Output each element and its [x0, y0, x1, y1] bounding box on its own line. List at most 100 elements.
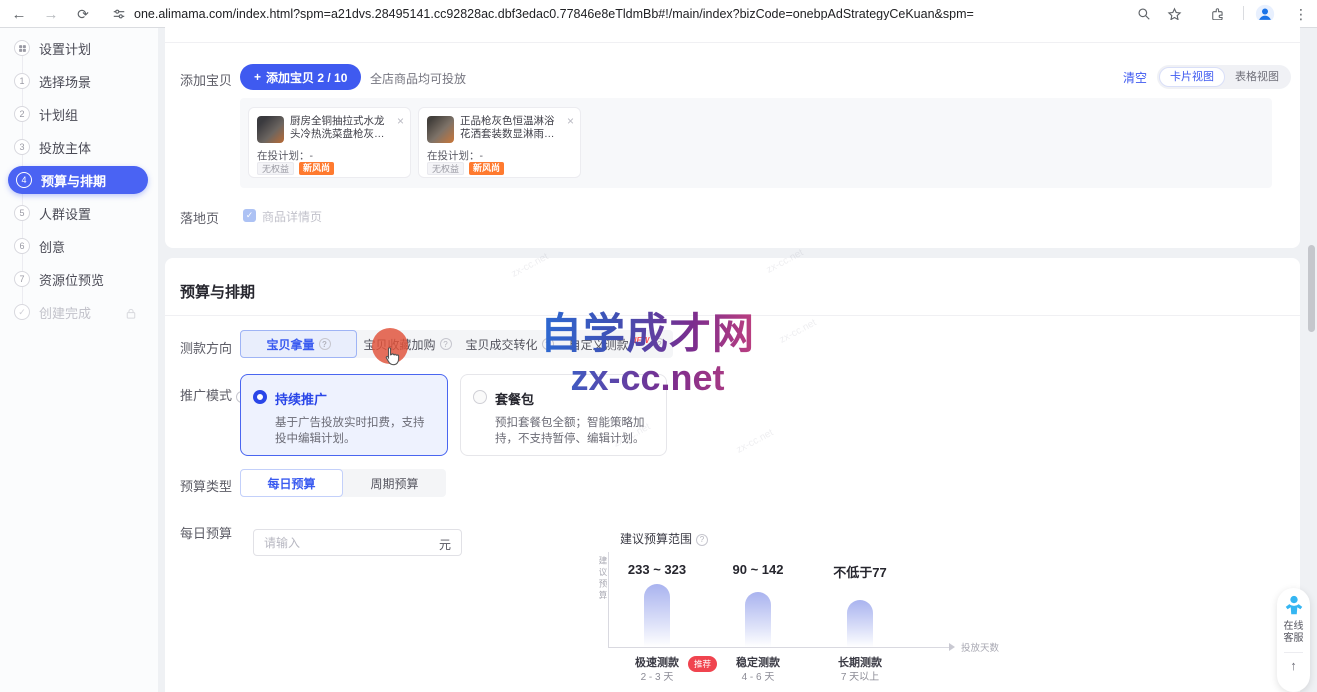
cursor-hand-icon: [381, 346, 401, 373]
landing-checkbox[interactable]: ✓: [243, 209, 256, 222]
daily-budget-field: 元: [253, 529, 462, 556]
sidebar-item-target[interactable]: 3 投放主体: [0, 133, 158, 161]
budget-type-label: 预算类型: [180, 476, 232, 495]
sidebar-item-creative[interactable]: 6 创意: [0, 232, 158, 260]
help-icon[interactable]: ?: [440, 338, 452, 350]
sidebar-item-label: 创建完成: [39, 303, 91, 322]
customer-service-widget[interactable]: 在线客服 ↑: [1277, 588, 1310, 692]
chart-x-axis: [608, 647, 953, 648]
screen: ← → ⟳ one.alimama.com/index.html?spm=a21…: [0, 0, 1317, 692]
sidebar-item-label: 计划组: [39, 105, 78, 124]
product-card[interactable]: 正品枪灰色恒温淋浴花洒套装数显淋雨浴全... × 在投计划：- 无权益 新风尚: [418, 107, 581, 178]
product-card[interactable]: 厨房全铜抽拉式水龙头冷热洗菜盘枪灰泡水... × 在投计划：- 无权益 新风尚: [248, 107, 411, 178]
mode-card-continuous[interactable]: 持续推广 基于广告投放实时扣费，支持投中编辑计划。: [240, 374, 448, 456]
period-budget-tab[interactable]: 周期预算: [343, 469, 446, 497]
landing-option-label: 商品详情页: [262, 208, 322, 225]
sidebar-item-placement-preview[interactable]: 7 资源位预览: [0, 265, 158, 293]
sidebar-item-label: 创意: [39, 237, 65, 256]
product-title: 厨房全铜抽拉式水龙头冷热洗菜盘枪灰泡水...: [290, 115, 388, 141]
tab-item-volume[interactable]: 宝贝拿量 ?: [240, 330, 357, 358]
radio-unselected-icon[interactable]: [473, 390, 487, 404]
promo-mode-label-text: 推广模式: [180, 388, 232, 403]
bar-long-test: [847, 600, 873, 647]
reload-icon[interactable]: ⟳: [72, 3, 94, 25]
bar-stable-test: [745, 592, 771, 647]
add-item-button-label: 添加宝贝 2 / 10: [266, 69, 347, 86]
plus-icon: +: [254, 70, 261, 84]
sidebar-item-complete: ✓ 创建完成: [0, 298, 158, 326]
check-circle-icon: ✓: [14, 304, 30, 320]
bar-days: 7 天以上: [810, 668, 910, 683]
help-icon[interactable]: ?: [696, 534, 708, 546]
section-title: 预算与排期: [180, 281, 255, 302]
page-body: 设置计划 1 选择场景 2 计划组 3 投放主体 4 预算与排期 5 人群设置: [0, 28, 1317, 692]
bar-value: 233 ~ 323: [607, 562, 707, 577]
bar-value: 不低于77: [810, 562, 910, 581]
divider: [165, 42, 1300, 43]
add-items-hint: 全店商品均可投放: [370, 70, 466, 87]
sidebar-item-label: 投放主体: [39, 138, 91, 157]
table-view-tab[interactable]: 表格视图: [1225, 67, 1289, 87]
daily-budget-input[interactable]: [264, 530, 424, 555]
sidebar-item-plan-group[interactable]: 2 计划组: [0, 100, 158, 128]
back-icon[interactable]: ←: [8, 3, 30, 25]
suggested-budget-chart: 建议预算范围? 建议预算 投放天数 233 ~ 323 90 ~ 142 不低于…: [595, 526, 1015, 692]
mode-title: 持续推广: [275, 389, 435, 408]
step-number: 5: [14, 205, 30, 221]
sidebar-item-label: 预算与排期: [41, 171, 106, 190]
sidebar-item-label: 资源位预览: [39, 270, 104, 289]
daily-budget-label: 每日预算: [180, 523, 232, 542]
no-rights-tag: 无权益: [257, 162, 294, 175]
budget-type-tabs: 每日预算 周期预算: [240, 469, 446, 497]
bar-days: 4 - 6 天: [708, 668, 808, 683]
watermark-title: 自学成才网: [535, 300, 760, 361]
product-thumbnail: [257, 116, 284, 143]
sidebar-item-label: 设置计划: [39, 39, 91, 58]
help-icon[interactable]: ?: [319, 338, 331, 350]
step-number: 3: [14, 139, 30, 155]
close-icon[interactable]: ×: [397, 114, 404, 128]
sidebar-item-budget-schedule[interactable]: 4 预算与排期: [8, 166, 148, 194]
scrollbar-thumb[interactable]: [1308, 245, 1315, 332]
sidebar-item-scene[interactable]: 1 选择场景: [0, 67, 158, 95]
sidebar-item-plan-settings[interactable]: 设置计划: [0, 34, 158, 62]
recommend-badge: 推荐: [688, 656, 717, 672]
chart-x-label: 投放天数: [961, 640, 999, 654]
chart-title-text: 建议预算范围: [620, 532, 692, 546]
tab-label: 宝贝拿量: [266, 336, 314, 353]
bar-value: 90 ~ 142: [708, 562, 808, 577]
new-trend-tag: 新风尚: [299, 162, 334, 175]
view-toggle: 卡片视图 表格视图: [1157, 65, 1291, 89]
tab-label: 宝贝成交转化: [465, 336, 537, 353]
radio-selected-icon[interactable]: [253, 390, 267, 404]
close-icon[interactable]: ×: [567, 114, 574, 128]
step-sidebar: 设置计划 1 选择场景 2 计划组 3 投放主体 4 预算与排期 5 人群设置: [0, 28, 158, 692]
landing-page-label: 落地页: [180, 208, 219, 227]
site-info-icon[interactable]: [108, 3, 130, 25]
add-items-label: 添加宝贝: [180, 70, 232, 89]
mode-description: 基于广告投放实时扣费，支持投中编辑计划。: [275, 415, 435, 447]
daily-budget-tab[interactable]: 每日预算: [240, 469, 343, 497]
card-view-tab[interactable]: 卡片视图: [1159, 67, 1225, 87]
lock-icon: [126, 306, 136, 324]
step-number: 7: [14, 271, 30, 287]
sidebar-item-audience[interactable]: 5 人群设置: [0, 199, 158, 227]
site-watermark: 自学成才网 zx-cc.net: [535, 300, 760, 399]
test-direction-label: 测款方向: [180, 338, 232, 357]
new-trend-tag: 新风尚: [469, 162, 504, 175]
clear-all-link[interactable]: 清空: [1123, 69, 1147, 86]
watermark-url: zx-cc.net: [535, 357, 760, 399]
bar-fast-test: [644, 584, 670, 647]
product-plan-status: 在投计划：-: [257, 148, 313, 163]
add-item-button[interactable]: + 添加宝贝 2 / 10: [240, 64, 361, 90]
back-to-top-icon[interactable]: ↑: [1290, 658, 1297, 673]
plan-settings-icon: [14, 40, 30, 56]
step-number: 4: [16, 172, 32, 188]
forward-icon[interactable]: →: [40, 3, 62, 25]
product-plan-status: 在投计划：-: [427, 148, 483, 163]
step-number: 1: [14, 73, 30, 89]
add-items-card: 添加宝贝 + 添加宝贝 2 / 10 全店商品均可投放 清空 卡片视图 表格视图…: [165, 20, 1300, 248]
chart-x-arrow: [949, 643, 955, 651]
alimama-mascot-icon: [1283, 594, 1305, 618]
product-thumbnail: [427, 116, 454, 143]
